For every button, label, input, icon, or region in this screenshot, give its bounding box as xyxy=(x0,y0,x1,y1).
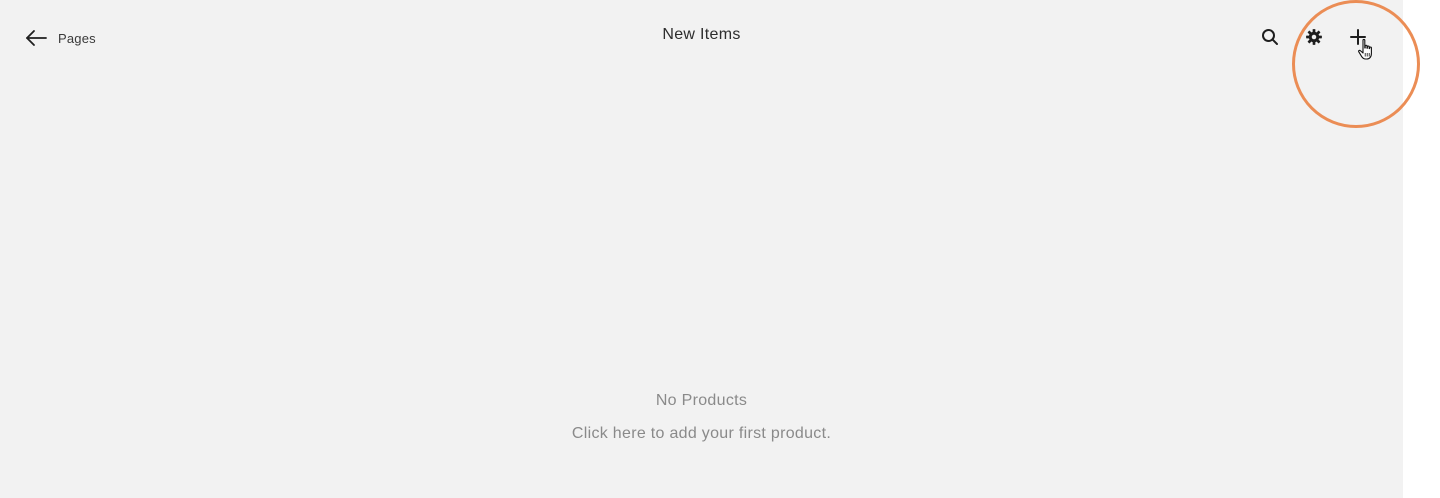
add-product-button[interactable] xyxy=(1347,26,1369,48)
search-button[interactable] xyxy=(1259,26,1281,48)
items-panel: Pages New Items No Products Click here t… xyxy=(0,0,1403,498)
page-header: Pages New Items xyxy=(0,0,1403,76)
empty-state-add-product[interactable]: No Products Click here to add your first… xyxy=(0,390,1403,445)
page-title: New Items xyxy=(662,26,741,43)
empty-state-subtitle: Click here to add your first product. xyxy=(571,425,832,442)
gear-icon xyxy=(1305,28,1323,46)
search-icon xyxy=(1261,28,1279,46)
plus-icon xyxy=(1349,28,1367,46)
adjacent-pane-edge xyxy=(1403,0,1440,498)
empty-state-title: No Products xyxy=(655,392,748,409)
settings-button[interactable] xyxy=(1303,26,1325,48)
